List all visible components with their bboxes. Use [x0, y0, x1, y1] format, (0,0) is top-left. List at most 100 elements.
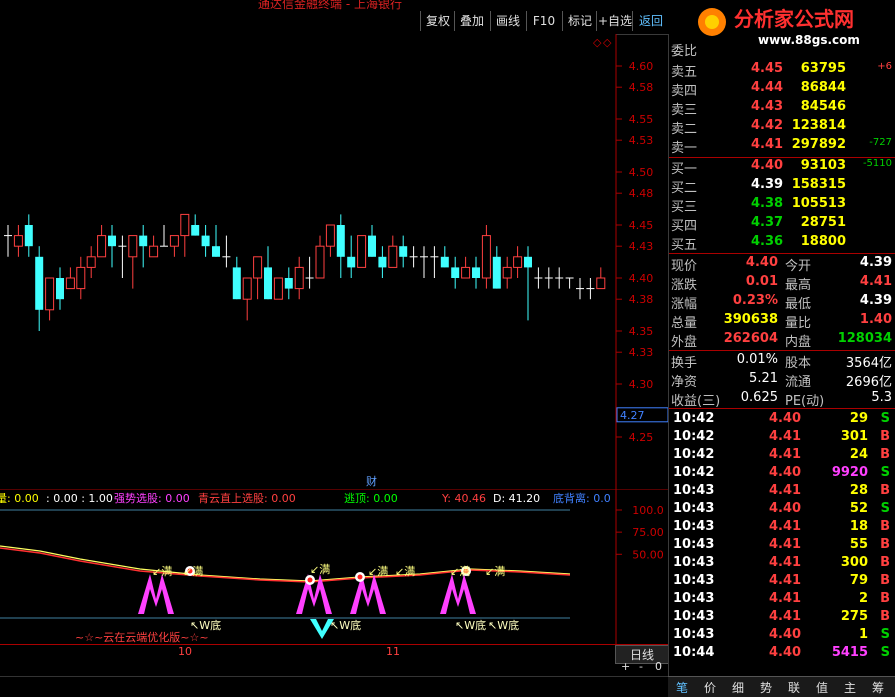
wdi-label: ↖W底	[190, 618, 221, 632]
fund-label: 股本	[785, 356, 812, 371]
quote-value: 0.23%	[732, 293, 778, 308]
quote-label: 最高	[785, 278, 812, 293]
indicator-header-item: 量: 0.00	[0, 492, 39, 505]
panel-tab-2[interactable]: 细	[732, 679, 744, 696]
tick-price: 4.41	[769, 537, 802, 552]
tick-row: 10:43 4.40 52 S	[669, 501, 895, 520]
toolbar-button-1[interactable]: 叠加	[454, 11, 489, 31]
tick-row: 10:44 4.40 5415 S	[669, 645, 895, 664]
tick-volume: 28	[849, 483, 868, 498]
tick-volume: 55	[849, 537, 868, 552]
price-tick-label: 4.30	[629, 378, 654, 391]
tick-price: 4.41	[769, 429, 802, 444]
price-tick-label: 4.40	[629, 272, 654, 285]
man-label: ↙满	[152, 565, 172, 578]
fundamental-row: 收益(三) 0.625 PE(动) 5.3	[669, 390, 895, 409]
window-title: 通达信金融终端 - 上海银行	[258, 0, 402, 10]
panel-tab-4[interactable]: 联	[788, 679, 800, 696]
price-tick-label: 4.45	[629, 219, 654, 232]
order-price: 4.41	[751, 137, 784, 152]
quote-row: 涨幅 0.23% 最低 4.39	[669, 293, 895, 312]
tick-price: 4.41	[769, 555, 802, 570]
fundamental-row: 换手 0.01% 股本 3564亿	[669, 352, 895, 371]
candle	[357, 235, 367, 268]
price-tick-label: 4.38	[629, 293, 654, 306]
toolbar-button-0[interactable]: 复权	[420, 11, 455, 31]
toolbar-button-5[interactable]: +自选	[596, 11, 633, 31]
order-label: 卖四	[671, 84, 698, 99]
indicator-tick-label: 50.00	[632, 548, 664, 561]
panel-tab-6[interactable]: 主	[844, 679, 856, 696]
date-label-11: 11	[386, 645, 400, 658]
order-change: +6	[877, 61, 892, 72]
price-tick-label: 4.60	[629, 60, 654, 73]
panel-tab-5[interactable]: 值	[816, 679, 828, 696]
order-volume: 86844	[800, 80, 846, 95]
tick-side: B	[880, 483, 890, 498]
order-volume: 93103	[800, 158, 846, 173]
fund-label: 换手	[671, 356, 698, 371]
tick-time: 10:42	[673, 465, 715, 480]
bottom-status-bar	[0, 676, 668, 697]
zoom-reset-button[interactable]: 0	[655, 660, 662, 673]
price-tick-label: 4.58	[629, 81, 654, 94]
quote-row: 涨跌 0.01 最高 4.41	[669, 274, 895, 293]
order-label: 卖三	[671, 103, 698, 118]
tick-time: 10:43	[673, 573, 715, 588]
toolbar-button-6[interactable]: 返回	[632, 11, 669, 31]
indicator-header-item: Y: 40.46	[441, 492, 486, 505]
panel-tab-7[interactable]: 筹	[872, 679, 884, 696]
date-label-10: 10	[178, 645, 192, 658]
tick-side: B	[880, 609, 890, 624]
tick-volume: 301	[840, 429, 868, 444]
wdi-label: ↖W底	[330, 618, 361, 632]
order-volume: 18800	[800, 234, 846, 249]
tick-side: S	[880, 501, 890, 516]
tick-row: 10:43 4.41 2 B	[669, 591, 895, 610]
panel-tab-3[interactable]: 势	[760, 679, 772, 696]
tick-row: 10:42 4.41 24 B	[669, 447, 895, 466]
zoom-in-button[interactable]: +	[621, 660, 630, 673]
zoom-out-button[interactable]: -	[639, 660, 643, 673]
indicator-header-item: : 0.00 : 1.00	[46, 492, 113, 505]
tick-volume: 29	[849, 411, 868, 426]
sell-order-row: 卖二 4.42 123814	[669, 118, 895, 137]
tick-side: S	[880, 411, 890, 426]
tick-volume: 24	[849, 447, 868, 462]
tick-time: 10:43	[673, 519, 715, 534]
tick-row: 10:43 4.41 55 B	[669, 537, 895, 556]
zoom-controls: + - 0	[615, 660, 668, 674]
toolbar-button-4[interactable]: 标记	[562, 11, 597, 31]
tick-side: B	[880, 429, 890, 444]
quote-label: 涨跌	[671, 278, 698, 293]
sell-order-row: 卖五 4.45 63795 +6	[669, 61, 895, 80]
order-label: 买三	[671, 200, 698, 215]
indicator-chart[interactable]: 量: 0.00: 0.00 : 1.00 强势选股: 0.00 青云直上选股: 0.…	[0, 489, 668, 644]
toolbar-button-3[interactable]: F10	[526, 11, 561, 31]
order-label: 买二	[671, 181, 698, 196]
man-label: ↙满	[310, 563, 330, 576]
sell-order-row: 卖三 4.43 84546	[669, 99, 895, 118]
toolbar-button-2[interactable]: 画线	[490, 11, 525, 31]
candle	[273, 277, 283, 300]
candlestick-chart[interactable]: ◇ ◇ 4.60 4.58 4.55 4.53 4.50 4.48 4.45 4.43 4.40 4.…	[0, 34, 668, 489]
tick-side: B	[880, 591, 890, 606]
tick-volume: 9920	[831, 465, 868, 480]
price-tick-label: 4.25	[629, 431, 654, 444]
logo-text: 分析家公式网	[734, 7, 854, 31]
fund-value: 5.3	[871, 390, 892, 405]
panel-tab-0[interactable]: 笔	[676, 679, 688, 696]
tick-time: 10:43	[673, 591, 715, 606]
tick-price: 4.40	[769, 501, 802, 516]
price-tick-label: 4.35	[629, 325, 654, 338]
price-tick-label: 4.53	[629, 134, 654, 147]
tick-time: 10:43	[673, 555, 715, 570]
tick-volume: 79	[849, 573, 868, 588]
panel-tab-1[interactable]: 价	[704, 679, 716, 696]
wdi-label: ↖W底	[488, 618, 519, 632]
fundamental-row: 净资 5.21 流通 2696亿	[669, 371, 895, 390]
indicator-header-item: 强势选股: 0.00	[114, 492, 190, 505]
separator	[669, 350, 895, 351]
fund-value: 0.01%	[736, 352, 778, 367]
quote-row: 现价 4.40 今开 4.39	[669, 255, 895, 274]
